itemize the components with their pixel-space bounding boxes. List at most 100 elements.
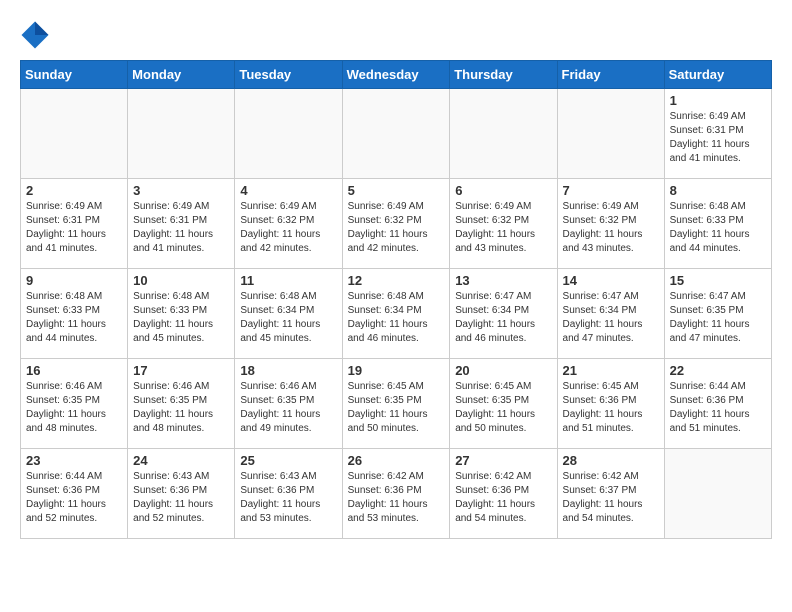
calendar-header-tuesday: Tuesday [235, 61, 342, 89]
day-info: Sunrise: 6:49 AM Sunset: 6:31 PM Dayligh… [133, 200, 229, 256]
calendar-cell [664, 449, 771, 539]
calendar-header-monday: Monday [128, 61, 235, 89]
day-info: Sunrise: 6:44 AM Sunset: 6:36 PM Dayligh… [26, 470, 122, 526]
calendar-cell: 4 Sunrise: 6:49 AM Sunset: 6:32 PM Daylig… [235, 179, 342, 269]
calendar-week-1: 1Sunrise: 6:49 AM Sunset: 6:31 PM Daylig… [21, 89, 772, 179]
calendar-cell [128, 89, 235, 179]
calendar-cell [342, 89, 450, 179]
calendar-cell [450, 89, 557, 179]
day-number: 10 [133, 273, 229, 288]
calendar-header-saturday: Saturday [664, 61, 771, 89]
day-info: Sunrise: 6:48 AM Sunset: 6:34 PM Dayligh… [348, 290, 445, 346]
day-number: 1 [670, 93, 766, 108]
day-number: 14 [563, 273, 659, 288]
day-number: 3 [133, 183, 229, 198]
calendar-week-5: 23Sunrise: 6:44 AM Sunset: 6:36 PM Dayli… [21, 449, 772, 539]
day-info: Sunrise: 6:42 AM Sunset: 6:37 PM Dayligh… [563, 470, 659, 526]
day-number: 5 [348, 183, 445, 198]
calendar-cell: 6 Sunrise: 6:49 AM Sunset: 6:32 PM Daylig… [450, 179, 557, 269]
day-info: Sunrise: 6:47 AM Sunset: 6:35 PM Dayligh… [670, 290, 766, 346]
calendar-header-thursday: Thursday [450, 61, 557, 89]
day-number: 11 [240, 273, 336, 288]
logo [20, 20, 54, 50]
calendar-cell: 28 Sunrise: 6:42 AM Sunset: 6:37 PM Dayli… [557, 449, 664, 539]
day-info: Sunrise: 6:48 AM Sunset: 6:33 PM Dayligh… [670, 200, 766, 256]
day-number: 18 [240, 363, 336, 378]
day-info: Sunrise: 6:42 AM Sunset: 6:36 PM Dayligh… [455, 470, 551, 526]
calendar-cell: 3 Sunrise: 6:49 AM Sunset: 6:31 PM Daylig… [128, 179, 235, 269]
day-info: Sunrise: 6:46 AM Sunset: 6:35 PM Dayligh… [26, 380, 122, 436]
day-info: Sunrise: 6:45 AM Sunset: 6:35 PM Dayligh… [455, 380, 551, 436]
day-number: 24 [133, 453, 229, 468]
day-number: 2 [26, 183, 122, 198]
day-info: Sunrise: 6:46 AM Sunset: 6:35 PM Dayligh… [240, 380, 336, 436]
calendar-cell: 17 Sunrise: 6:46 AM Sunset: 6:35 PM Dayli… [128, 359, 235, 449]
day-number: 6 [455, 183, 551, 198]
calendar-cell: 23Sunrise: 6:44 AM Sunset: 6:36 PM Dayli… [21, 449, 128, 539]
calendar-cell: 10 Sunrise: 6:48 AM Sunset: 6:33 PM Dayli… [128, 269, 235, 359]
calendar-week-2: 2 Sunrise: 6:49 AM Sunset: 6:31 PM Daylig… [21, 179, 772, 269]
day-info: Sunrise: 6:47 AM Sunset: 6:34 PM Dayligh… [455, 290, 551, 346]
day-number: 15 [670, 273, 766, 288]
day-info: Sunrise: 6:48 AM Sunset: 6:34 PM Dayligh… [240, 290, 336, 346]
calendar-cell: 11 Sunrise: 6:48 AM Sunset: 6:34 PM Dayli… [235, 269, 342, 359]
calendar-cell: 12Sunrise: 6:48 AM Sunset: 6:34 PM Dayli… [342, 269, 450, 359]
calendar-cell: 24 Sunrise: 6:43 AM Sunset: 6:36 PM Dayli… [128, 449, 235, 539]
day-info: Sunrise: 6:48 AM Sunset: 6:33 PM Dayligh… [26, 290, 122, 346]
header [20, 20, 772, 50]
day-number: 22 [670, 363, 766, 378]
calendar-cell: 16 Sunrise: 6:46 AM Sunset: 6:35 PM Dayli… [21, 359, 128, 449]
day-info: Sunrise: 6:42 AM Sunset: 6:36 PM Dayligh… [348, 470, 445, 526]
day-number: 7 [563, 183, 659, 198]
calendar-cell [235, 89, 342, 179]
logo-icon [20, 20, 50, 50]
calendar-cell [557, 89, 664, 179]
calendar-header-sunday: Sunday [21, 61, 128, 89]
day-number: 16 [26, 363, 122, 378]
calendar-cell: 22Sunrise: 6:44 AM Sunset: 6:36 PM Dayli… [664, 359, 771, 449]
day-info: Sunrise: 6:49 AM Sunset: 6:31 PM Dayligh… [26, 200, 122, 256]
calendar-cell [21, 89, 128, 179]
day-number: 17 [133, 363, 229, 378]
calendar-cell: 8 Sunrise: 6:48 AM Sunset: 6:33 PM Daylig… [664, 179, 771, 269]
calendar-cell: 27 Sunrise: 6:42 AM Sunset: 6:36 PM Dayli… [450, 449, 557, 539]
day-number: 19 [348, 363, 445, 378]
day-info: Sunrise: 6:49 AM Sunset: 6:32 PM Dayligh… [240, 200, 336, 256]
calendar-cell: 13 Sunrise: 6:47 AM Sunset: 6:34 PM Dayli… [450, 269, 557, 359]
calendar-cell: 18 Sunrise: 6:46 AM Sunset: 6:35 PM Dayli… [235, 359, 342, 449]
day-info: Sunrise: 6:45 AM Sunset: 6:35 PM Dayligh… [348, 380, 445, 436]
calendar-cell: 26Sunrise: 6:42 AM Sunset: 6:36 PM Dayli… [342, 449, 450, 539]
calendar-week-3: 9 Sunrise: 6:48 AM Sunset: 6:33 PM Daylig… [21, 269, 772, 359]
day-info: Sunrise: 6:46 AM Sunset: 6:35 PM Dayligh… [133, 380, 229, 436]
calendar-cell: 21Sunrise: 6:45 AM Sunset: 6:36 PM Dayli… [557, 359, 664, 449]
day-number: 8 [670, 183, 766, 198]
calendar-cell: 9 Sunrise: 6:48 AM Sunset: 6:33 PM Daylig… [21, 269, 128, 359]
day-number: 21 [563, 363, 659, 378]
day-number: 27 [455, 453, 551, 468]
calendar-cell: 14 Sunrise: 6:47 AM Sunset: 6:34 PM Dayli… [557, 269, 664, 359]
day-number: 13 [455, 273, 551, 288]
day-number: 9 [26, 273, 122, 288]
day-number: 28 [563, 453, 659, 468]
calendar-header-wednesday: Wednesday [342, 61, 450, 89]
calendar-header-row: SundayMondayTuesdayWednesdayThursdayFrid… [21, 61, 772, 89]
calendar-header-friday: Friday [557, 61, 664, 89]
day-info: Sunrise: 6:43 AM Sunset: 6:36 PM Dayligh… [133, 470, 229, 526]
calendar-cell: 20 Sunrise: 6:45 AM Sunset: 6:35 PM Dayli… [450, 359, 557, 449]
calendar-cell: 7 Sunrise: 6:49 AM Sunset: 6:32 PM Daylig… [557, 179, 664, 269]
day-info: Sunrise: 6:49 AM Sunset: 6:32 PM Dayligh… [455, 200, 551, 256]
day-number: 25 [240, 453, 336, 468]
day-number: 20 [455, 363, 551, 378]
day-info: Sunrise: 6:48 AM Sunset: 6:33 PM Dayligh… [133, 290, 229, 346]
day-info: Sunrise: 6:49 AM Sunset: 6:32 PM Dayligh… [348, 200, 445, 256]
calendar-cell: 2 Sunrise: 6:49 AM Sunset: 6:31 PM Daylig… [21, 179, 128, 269]
day-number: 4 [240, 183, 336, 198]
day-info: Sunrise: 6:47 AM Sunset: 6:34 PM Dayligh… [563, 290, 659, 346]
calendar-cell: 19 Sunrise: 6:45 AM Sunset: 6:35 PM Dayli… [342, 359, 450, 449]
calendar-cell: 15 Sunrise: 6:47 AM Sunset: 6:35 PM Dayli… [664, 269, 771, 359]
calendar-cell: 5 Sunrise: 6:49 AM Sunset: 6:32 PM Daylig… [342, 179, 450, 269]
calendar-cell: 1Sunrise: 6:49 AM Sunset: 6:31 PM Daylig… [664, 89, 771, 179]
day-info: Sunrise: 6:49 AM Sunset: 6:32 PM Dayligh… [563, 200, 659, 256]
day-info: Sunrise: 6:43 AM Sunset: 6:36 PM Dayligh… [240, 470, 336, 526]
calendar: SundayMondayTuesdayWednesdayThursdayFrid… [20, 60, 772, 539]
